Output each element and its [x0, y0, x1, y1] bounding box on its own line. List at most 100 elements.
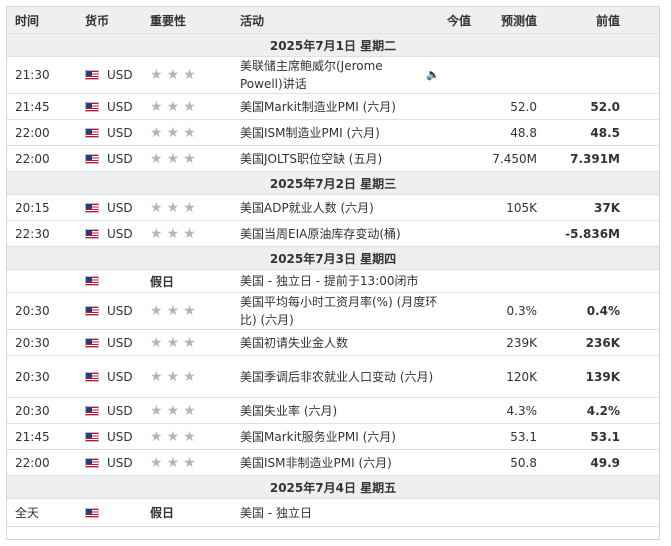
- flag-cell: [85, 330, 107, 355]
- star-icon: ★: [150, 303, 163, 319]
- event-time: 20:15: [15, 200, 50, 215]
- star-icon: ★: [166, 67, 180, 83]
- date-label: 2025年7月1日 星期二: [269, 38, 397, 53]
- event-title[interactable]: 美联储主席鲍威尔(Jerome Powell)讲话: [240, 57, 423, 93]
- event-title[interactable]: 美国Markit制造业PMI (六月): [240, 98, 396, 116]
- forecast-value: 50.8: [510, 455, 537, 470]
- economic-calendar-table: 时间 货币 重要性 活动 今值 预测值 前值 2025年7月1日 星期二 21:3…: [6, 6, 660, 540]
- event-row[interactable]: 20:30 USD ★ ★ ★ 美国初请失业金人数 239K 236K: [7, 330, 659, 356]
- star-icon: ★: [150, 199, 163, 216]
- us-flag-icon: [85, 101, 99, 112]
- event-title[interactable]: 美国 - 独立日 - 提前于13:00闭市: [240, 272, 419, 290]
- event-row[interactable]: 20:30 USD ★ ★ ★ 美国平均每小时工资月率(%) (月度环比) (六月) 0.3…: [7, 293, 659, 330]
- date-label: 2025年7月4日 星期五: [269, 480, 397, 495]
- event-row[interactable]: 21:30 USD ★ ★ ★ 美联储主席鲍威尔(Jerome Powell)讲话 🔈: [7, 57, 659, 94]
- us-flag-icon: [85, 228, 99, 239]
- flag-cell: [85, 94, 107, 119]
- star-icon: ★: [166, 368, 180, 385]
- date-separator-row: 2025年7月4日 星期五: [7, 476, 659, 499]
- star-icon: ★: [166, 334, 180, 351]
- forecast-value: 52.0: [510, 99, 537, 114]
- event-row[interactable]: 21:45 USD ★ ★ ★ 美国Markit服务业PMI (六月) 53.1 53.1: [7, 424, 659, 450]
- previous-value: 236K: [585, 335, 620, 350]
- star-icon: ★: [183, 199, 196, 216]
- event-title[interactable]: 美国当周EIA原油库存变动(桶): [240, 225, 401, 243]
- star-icon: ★: [150, 428, 163, 445]
- star-icon: ★: [183, 402, 196, 419]
- previous-value: [552, 57, 620, 93]
- forecast-value: 4.3%: [506, 403, 538, 418]
- event-title[interactable]: 美国 - 独立日: [240, 504, 312, 522]
- event-title[interactable]: 美国季调后非农就业人口变动 (六月): [240, 368, 433, 386]
- holiday-row[interactable]: 假日 美国 - 独立日 - 提前于13:00闭市: [7, 270, 659, 293]
- previous-value: 139K: [585, 369, 620, 384]
- importance-stars: ★ ★ ★: [150, 221, 230, 246]
- event-title[interactable]: 美国失业率 (六月): [240, 402, 337, 420]
- previous-value: 49.9: [590, 455, 620, 470]
- header-event: 活动: [240, 13, 265, 28]
- event-row[interactable]: 22:00 USD ★ ★ ★ 美国ISM制造业PMI (六月) 48.8 48.5: [7, 120, 659, 146]
- importance-stars: ★ ★ ★: [150, 398, 230, 423]
- date-label: 2025年7月2日 星期三: [269, 176, 397, 191]
- flag-cell: [85, 270, 107, 292]
- date-separator-row: 2025年7月1日 星期二: [7, 34, 659, 57]
- star-icon: ★: [150, 98, 163, 115]
- event-title[interactable]: 美国JOLTS职位空缺 (五月): [240, 150, 382, 168]
- star-icon: ★: [150, 454, 163, 471]
- star-icon: ★: [183, 225, 196, 242]
- star-icon: ★: [150, 150, 163, 167]
- event-title[interactable]: 美国平均每小时工资月率(%) (月度环比) (六月): [240, 293, 440, 329]
- star-icon: ★: [166, 225, 180, 242]
- event-row[interactable]: 22:00 USD ★ ★ ★ 美国JOLTS职位空缺 (五月) 7.450M 7.391M: [7, 146, 659, 172]
- event-time: 20:30: [15, 304, 50, 318]
- star-icon: ★: [150, 334, 163, 351]
- event-name: 美国季调后非农就业人口变动 (六月): [240, 356, 440, 397]
- header-row: 时间 货币 重要性 活动 今值 预测值 前值: [7, 7, 659, 34]
- forecast-value: 239K: [506, 335, 537, 350]
- event-time: 21:30: [15, 68, 50, 82]
- star-icon: ★: [183, 454, 196, 471]
- star-icon: ★: [166, 454, 180, 471]
- event-title[interactable]: 美国ADP就业人数 (六月): [240, 199, 374, 217]
- importance-stars: ★ ★ ★: [150, 424, 230, 449]
- event-time: 22:00: [15, 151, 50, 166]
- importance-stars: ★ ★ ★: [150, 450, 230, 475]
- flag-cell: [85, 293, 107, 329]
- event-row[interactable]: 22:00 USD ★ ★ ★ 美国ISM非制造业PMI (六月) 50.8 49.9: [7, 450, 659, 476]
- forecast-value: 7.450M: [492, 151, 537, 166]
- date-separator-row: 2025年7月3日 星期四: [7, 247, 659, 270]
- actual-value: [427, 293, 471, 329]
- event-name: 美国Markit服务业PMI (六月): [240, 424, 440, 449]
- previous-value: 48.5: [590, 125, 620, 140]
- event-name: 美国ISM非制造业PMI (六月): [240, 450, 440, 475]
- us-flag-icon: [85, 202, 99, 213]
- event-time: 21:45: [15, 429, 50, 444]
- star-icon: ★: [150, 225, 163, 242]
- us-flag-icon: [85, 306, 99, 316]
- event-row[interactable]: 20:30 USD ★ ★ ★ 美国失业率 (六月) 4.3% 4.2%: [7, 398, 659, 424]
- star-icon: ★: [183, 98, 196, 115]
- event-title[interactable]: 美国初请失业金人数: [240, 334, 348, 352]
- star-icon: ★: [183, 303, 196, 319]
- importance-stars: ★ ★ ★: [150, 330, 230, 355]
- importance-stars: ★ ★ ★: [150, 356, 230, 397]
- forecast-value: [477, 57, 537, 93]
- actual-value: [427, 424, 471, 449]
- previous-value: 4.2%: [586, 403, 620, 418]
- event-title[interactable]: 美国ISM制造业PMI (六月): [240, 124, 380, 142]
- header-currency: 货币: [85, 13, 110, 28]
- star-icon: ★: [166, 150, 180, 167]
- event-row[interactable]: 21:45 USD ★ ★ ★ 美国Markit制造业PMI (六月) 52.0 52.0: [7, 94, 659, 120]
- actual-value: [427, 195, 471, 220]
- forecast-value: 0.3%: [506, 304, 538, 318]
- holiday-row[interactable]: 全天 假日 美国 - 独立日: [7, 499, 659, 527]
- actual-value: [427, 330, 471, 355]
- event-row[interactable]: 20:30 USD ★ ★ ★ 美国季调后非农就业人口变动 (六月) 120K 139K: [7, 356, 659, 398]
- importance-stars: ★ ★ ★: [150, 293, 230, 329]
- event-row[interactable]: 20:15 USD ★ ★ ★ 美国ADP就业人数 (六月) 105K 37K: [7, 195, 659, 221]
- flag-cell: [85, 356, 107, 397]
- event-row[interactable]: 22:30 USD ★ ★ ★ 美国当周EIA原油库存变动(桶) -5.836M: [7, 221, 659, 247]
- event-title[interactable]: 美国ISM非制造业PMI (六月): [240, 454, 392, 472]
- event-title[interactable]: 美国Markit服务业PMI (六月): [240, 428, 396, 446]
- header-importance: 重要性: [150, 13, 187, 28]
